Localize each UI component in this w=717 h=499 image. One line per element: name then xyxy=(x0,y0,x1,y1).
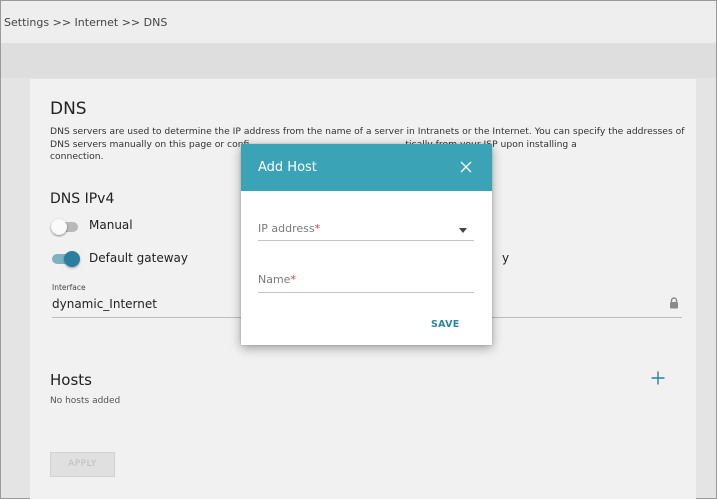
ip-address-underline xyxy=(258,240,474,241)
dns-description-line3: connection. xyxy=(50,151,104,162)
chevron-down-icon[interactable] xyxy=(459,228,467,233)
interface-value: dynamic_Internet xyxy=(52,297,157,311)
default-gateway-toggle[interactable] xyxy=(52,251,80,267)
default-gateway-label: Default gateway xyxy=(89,251,188,265)
hosts-empty-text: No hosts added xyxy=(50,396,121,406)
name-underline xyxy=(258,292,474,293)
close-icon[interactable] xyxy=(459,160,473,174)
add-host-dialog: Add Host IP address* Name* SAVE xyxy=(241,144,492,345)
dns-description-line1: DNS servers are used to determine the IP… xyxy=(50,126,685,137)
dialog-title: Add Host xyxy=(258,160,317,175)
manual-label: Manual xyxy=(89,218,133,232)
save-button[interactable]: SAVE xyxy=(431,319,460,330)
toggle-knob xyxy=(51,219,67,235)
manual-toggle[interactable] xyxy=(51,219,78,235)
dns-description-line2-start: DNS servers manually on this page or con… xyxy=(50,138,250,150)
breadcrumb: Settings >> Internet >> DNS xyxy=(4,16,168,29)
required-marker: * xyxy=(314,222,321,235)
breadcrumb-bar: Settings >> Internet >> DNS xyxy=(1,1,716,44)
partially-hidden-text: y xyxy=(502,251,510,265)
ip-address-label: IP address* xyxy=(258,222,320,235)
required-marker: * xyxy=(290,273,296,286)
plus-icon[interactable] xyxy=(650,370,666,386)
header-band xyxy=(1,43,716,78)
apply-button[interactable]: APPLY xyxy=(50,452,115,477)
ip-address-label-text: IP address xyxy=(258,222,315,235)
hosts-section-title: Hosts xyxy=(50,371,92,389)
lock-icon xyxy=(670,297,678,309)
interface-caption: Interface xyxy=(52,283,86,292)
toggle-knob xyxy=(64,251,80,267)
name-label: Name* xyxy=(258,273,296,286)
dialog-header: Add Host xyxy=(241,144,492,191)
dns-ipv4-title: DNS IPv4 xyxy=(50,191,115,207)
dns-section-title: DNS xyxy=(50,99,87,119)
name-label-text: Name xyxy=(258,273,291,286)
